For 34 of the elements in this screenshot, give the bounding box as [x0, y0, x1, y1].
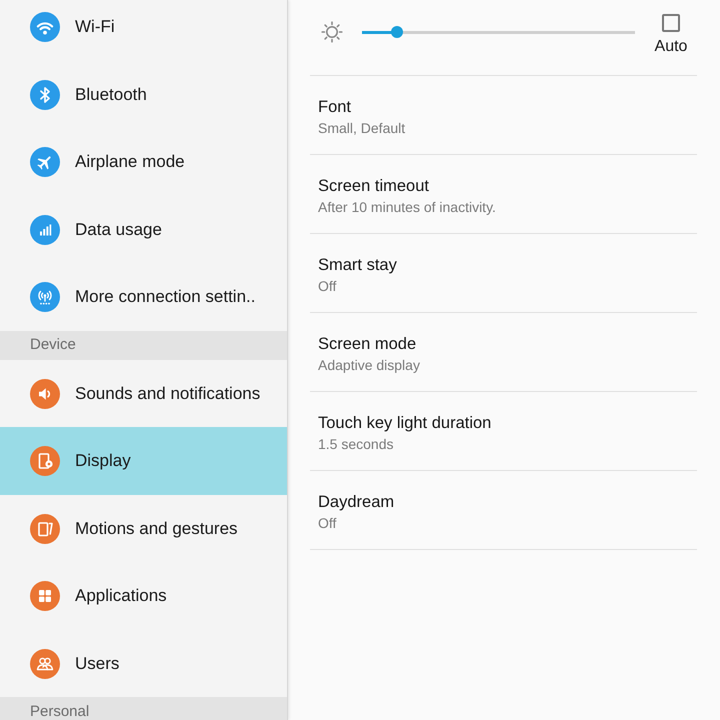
- brightness-icon: [321, 21, 343, 43]
- sidebar-item[interactable]: Display: [0, 427, 287, 495]
- sidebar-item[interactable]: Bluetooth: [0, 60, 287, 128]
- setting-value: After 10 minutes of inactivity.: [318, 198, 496, 217]
- setting-item[interactable]: Screen timeout After 10 minutes of inactivity.: [310, 155, 697, 234]
- sidebar-item[interactable]: More connection settin..: [0, 263, 287, 331]
- sidebar-item[interactable]: Users: [0, 630, 287, 698]
- section-header: Device: [0, 330, 287, 360]
- sidebar-item[interactable]: Data usage: [0, 196, 287, 264]
- setting-title: Smart stay: [318, 255, 397, 276]
- sidebar-item[interactable]: Wi-Fi: [0, 0, 287, 61]
- setting-item[interactable]: Font Small, Default: [310, 76, 697, 155]
- setting-value: 1.5 seconds: [318, 435, 394, 454]
- sidebar-item[interactable]: Airplane mode: [0, 128, 287, 196]
- setting-title: Font: [318, 97, 352, 118]
- auto-checkbox[interactable]: [662, 14, 680, 32]
- slider-thumb[interactable]: [391, 26, 404, 38]
- section-header: Personal: [0, 697, 287, 720]
- sidebar-item[interactable]: Applications: [0, 562, 287, 630]
- setting-title: Screen timeout: [318, 176, 429, 197]
- setting-title: Screen mode: [318, 334, 416, 355]
- sidebar-item[interactable]: Motions and gestures: [0, 494, 287, 562]
- setting-item[interactable]: Screen mode Adaptive display: [310, 313, 697, 392]
- setting-item[interactable]: Daydream Off: [310, 471, 697, 550]
- setting-item[interactable]: Smart stay Off: [310, 234, 697, 313]
- setting-item[interactable]: Touch key light duration 1.5 seconds: [310, 392, 697, 471]
- setting-value: Adaptive display: [318, 356, 420, 375]
- setting-title: Daydream: [318, 492, 394, 513]
- setting-value: Off: [318, 514, 336, 533]
- setting-value: Off: [318, 277, 336, 296]
- setting-title: Touch key light duration: [318, 413, 492, 434]
- auto-label: Auto: [654, 37, 688, 56]
- setting-value: Small, Default: [318, 119, 406, 138]
- sidebar-item[interactable]: Sounds and notifications: [0, 360, 287, 428]
